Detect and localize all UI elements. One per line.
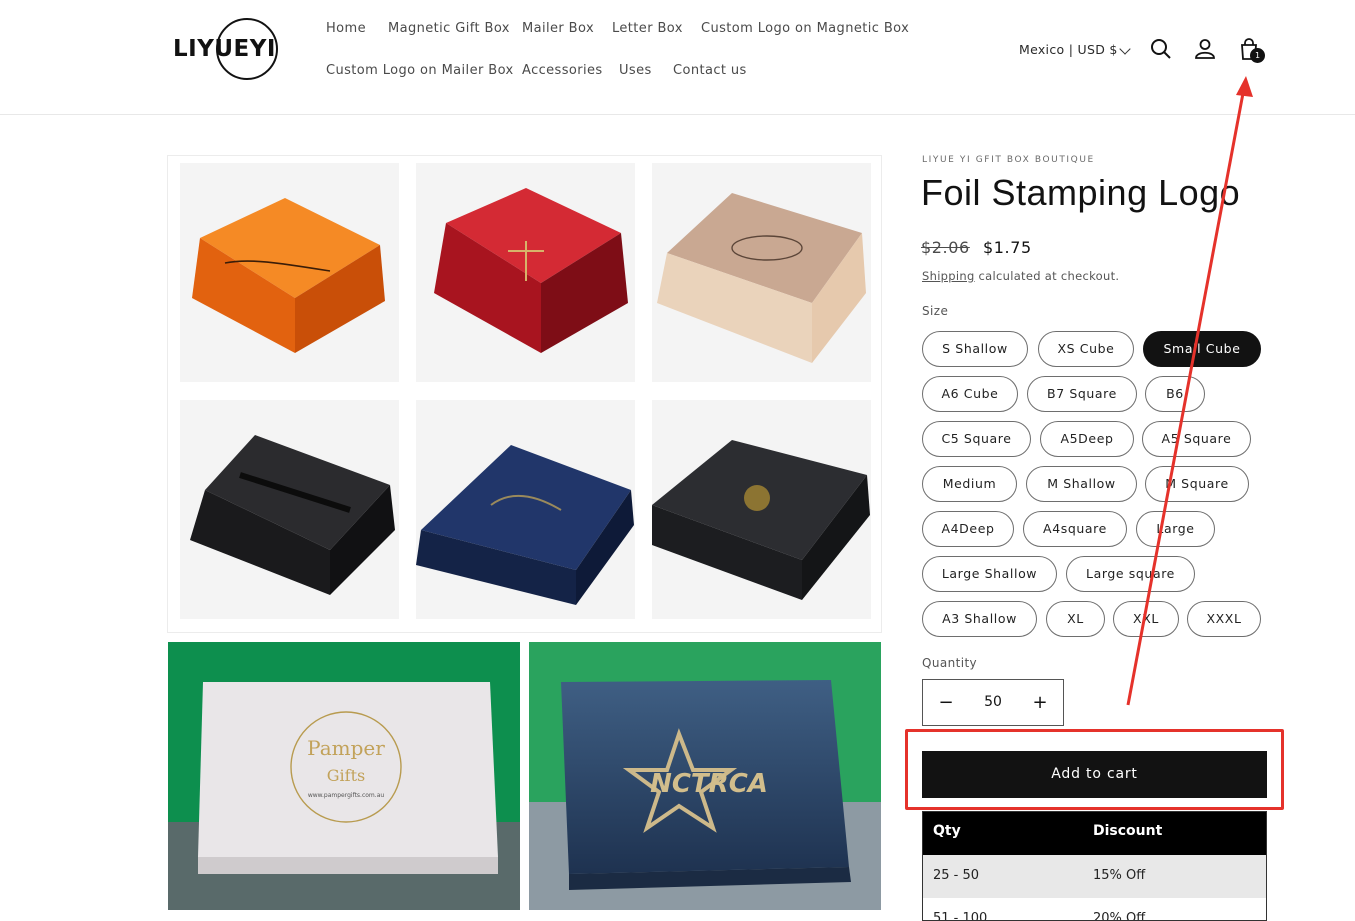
size-option-a5deep[interactable]: A5Deep [1040,421,1134,457]
chevron-down-icon [1119,43,1131,55]
size-option-a4square[interactable]: A4square [1023,511,1127,547]
nav-link-magnetic-gift-box[interactable]: Magnetic Gift Box [388,21,510,36]
price-sale: $1.75 [983,238,1032,257]
product-title: Foil Stamping Logo [921,172,1241,213]
shipping-text: calculated at checkout. [974,269,1120,283]
gallery-tile-black [180,400,399,619]
product-vendor: LIYUE YI GFIT BOX BOUTIQUE [922,155,1095,165]
account-icon[interactable] [1192,36,1218,62]
quantity-decrease-button[interactable]: − [923,680,969,725]
nav-link-home[interactable]: Home [326,21,366,36]
size-option-b7-square[interactable]: B7 Square [1027,376,1137,412]
svg-text:NCTRCA: NCTRCA [650,769,768,799]
shipping-note: Shipping calculated at checkout. [922,269,1119,283]
nav-link-custom-logo-mailer[interactable]: Custom Logo on Mailer Box [326,63,514,78]
discount-row-value: 15% Off [1093,868,1146,883]
quantity-label: Quantity [922,656,978,670]
size-option-xl[interactable]: XL [1046,601,1105,637]
size-option-xs-cube[interactable]: XS Cube [1038,331,1134,367]
product-image-pamper-gifts[interactable]: Pamper Gifts www.pampergifts.com.au [168,642,520,910]
gallery-tile-orange [180,163,399,382]
gallery-tile-navy [416,400,635,619]
quantity-increase-button[interactable]: + [1017,680,1063,725]
discount-header-discount: Discount [1093,823,1163,839]
table-row: 51 - 100 20% Off [923,898,1266,921]
svg-text:Pamper: Pamper [307,736,385,760]
size-option-c5-square[interactable]: C5 Square [922,421,1031,457]
svg-text:Gifts: Gifts [327,766,365,785]
table-row: 25 - 50 15% Off [923,855,1266,898]
cart-count-badge: 1 [1250,48,1265,63]
size-option-large-shallow[interactable]: Large Shallow [922,556,1057,592]
size-option-b6[interactable]: B6 [1145,376,1205,412]
size-option-m-shallow[interactable]: M Shallow [1026,466,1137,502]
discount-row-qty: 51 - 100 [933,911,988,921]
nav-link-letter-box[interactable]: Letter Box [612,21,683,36]
product-image-nctrca[interactable]: NCTRCA [529,642,881,910]
nav-link-mailer-box[interactable]: Mailer Box [522,21,594,36]
discount-row-qty: 25 - 50 [933,868,980,883]
nav-link-accessories[interactable]: Accessories [522,63,603,78]
size-option-medium[interactable]: Medium [922,466,1017,502]
price-regular: $2.06 [921,238,970,257]
gallery-tile-dark [652,400,871,619]
discount-header-qty: Qty [933,823,961,839]
quantity-input[interactable]: 50 [969,680,1017,725]
size-option-a4deep[interactable]: A4Deep [922,511,1014,547]
size-option-large[interactable]: Large [1136,511,1215,547]
size-option-m-square[interactable]: M Square [1145,466,1249,502]
logo-text: LIYUEYI [173,36,276,62]
shipping-link[interactable]: Shipping [922,269,975,283]
size-option-large-square[interactable]: Large square [1066,556,1195,592]
size-option-small-cube[interactable]: Small Cube [1143,331,1261,367]
nav-link-custom-logo-magnetic[interactable]: Custom Logo on Magnetic Box [701,21,909,36]
discount-row-value: 20% Off [1093,911,1146,921]
svg-text:www.pampergifts.com.au: www.pampergifts.com.au [308,792,385,799]
size-option-s-shallow[interactable]: S Shallow [922,331,1028,367]
nav-link-uses[interactable]: Uses [619,63,652,78]
size-option-xxl[interactable]: XXL [1113,601,1179,637]
site-header: LIYUEYI Home Magnetic Gift Box Mailer Bo… [0,0,1355,115]
size-option-a6-cube[interactable]: A6 Cube [922,376,1018,412]
size-label: Size [922,304,949,318]
country-selector[interactable]: Mexico | USD $ [1019,42,1118,57]
gallery-tile-champagne [652,163,871,382]
gallery-tile-red [416,163,635,382]
size-option-xxxl[interactable]: XXXL [1187,601,1261,637]
discount-table: Qty Discount 25 - 50 15% Off 51 - 100 20… [922,811,1267,921]
discount-table-header: Qty Discount [923,812,1266,855]
quantity-stepper: − 50 + [922,679,1064,726]
nav-link-contact[interactable]: Contact us [673,63,747,78]
annotation-highlight-box [905,729,1284,810]
product-main-image[interactable] [167,155,882,633]
size-option-a5-square[interactable]: A5 Square [1142,421,1251,457]
brand-logo[interactable]: LIYUEYI [170,16,282,82]
size-option-a3-shallow[interactable]: A3 Shallow [922,601,1037,637]
search-icon[interactable] [1148,36,1174,62]
